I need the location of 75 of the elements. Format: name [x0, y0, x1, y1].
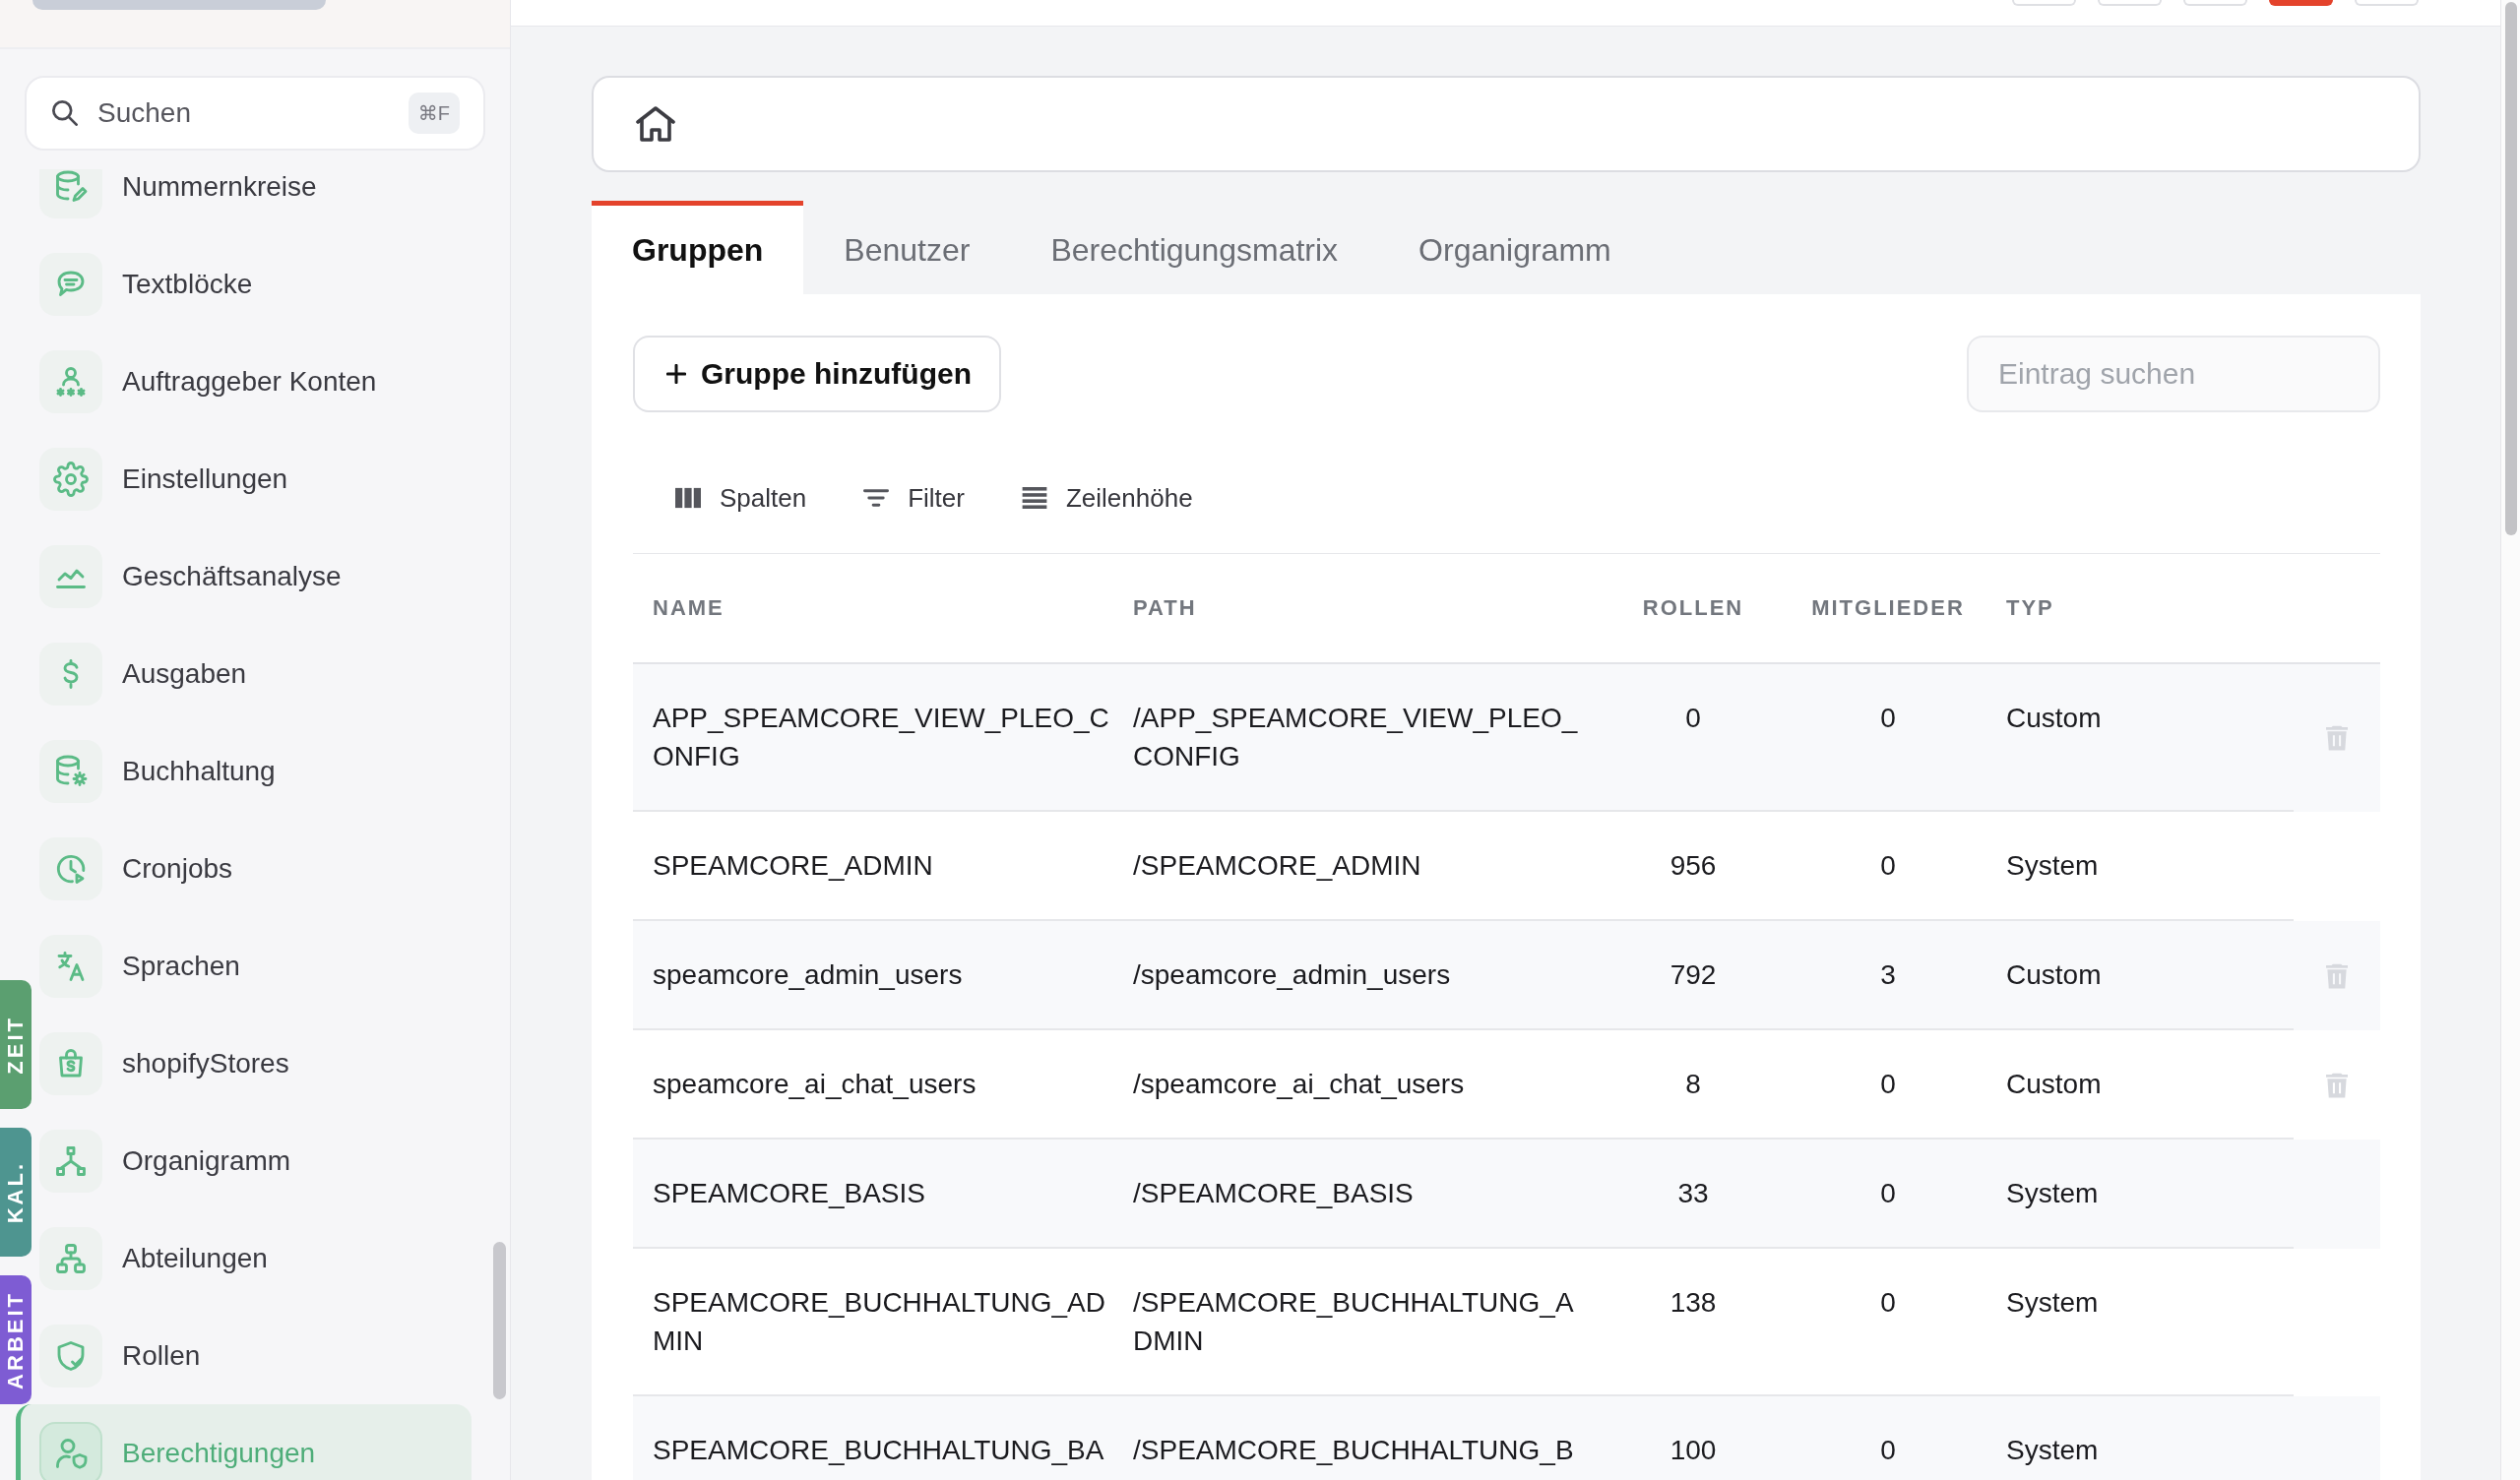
header-button[interactable] — [2269, 0, 2333, 6]
toolbar-button[interactable]: Filter — [848, 463, 980, 532]
table-cell: Custom — [1982, 664, 2294, 812]
table-cell: 792 — [1592, 921, 1795, 1030]
user-shield-icon — [39, 1421, 102, 1480]
hierarchy-icon — [39, 1129, 102, 1193]
sidebar-item[interactable]: Abteilungen — [33, 1209, 472, 1307]
settings-icon — [39, 447, 102, 511]
table-cell: /SPEAMCORE_BUCHHALTUNG_B — [1113, 1396, 1592, 1480]
sitemap-icon — [39, 1226, 102, 1290]
columns-icon — [675, 487, 701, 509]
column-header[interactable]: NAME — [633, 554, 1113, 662]
add-group-button[interactable]: Gruppe hinzufügen — [633, 336, 1001, 412]
column-header[interactable]: ROLLEN — [1592, 554, 1795, 662]
sidebar-item[interactable]: Geschäftsanalyse — [33, 527, 472, 625]
trash-icon[interactable] — [2325, 962, 2348, 989]
sidebar-item[interactable]: Ausgaben — [33, 625, 472, 722]
table-cell: 0 — [1592, 664, 1795, 812]
shield-check-icon — [39, 1324, 102, 1388]
table-cell: /APP_SPEAMCORE_VIEW_PLEO_CONFIG — [1113, 664, 1592, 812]
plus-icon — [666, 364, 686, 384]
sidebar-item[interactable]: Einstellungen — [33, 430, 472, 527]
search-field[interactable]: Eintrag suchen — [1967, 336, 2380, 412]
toolbar-button[interactable]: Zeilenhöhe — [1005, 463, 1209, 532]
trash-icon[interactable] — [2325, 1072, 2348, 1098]
table-cell: 0 — [1795, 664, 1982, 812]
sidebar-item[interactable]: Rollen — [33, 1307, 472, 1404]
home-icon[interactable] — [636, 106, 675, 142]
table-cell: 33 — [1592, 1140, 1795, 1249]
sidebar-item[interactable]: Buchhaltung — [33, 722, 472, 820]
column-header[interactable]: PATH — [1113, 554, 1592, 662]
tab[interactable]: Gruppen — [592, 201, 804, 294]
sidebar-item[interactable]: Cronjobs — [33, 820, 472, 917]
dollar-icon — [39, 642, 102, 706]
column-header[interactable]: MITGLIEDER — [1795, 554, 1982, 662]
clock-play-icon — [39, 836, 102, 900]
trash-icon[interactable] — [2325, 725, 2348, 751]
shopping-bag-icon — [39, 1031, 102, 1095]
line-chart-icon — [39, 544, 102, 608]
table-cell: 0 — [1795, 1396, 1982, 1480]
sidebar-item[interactable]: Textblöcke — [33, 235, 472, 333]
table-cell: System — [1982, 1140, 2294, 1249]
sidebar-item[interactable]: shopifyStores — [33, 1015, 472, 1112]
table-cell: speamcore_admin_users — [633, 921, 1113, 1030]
filter-icon — [863, 487, 890, 509]
translate-icon — [39, 934, 102, 998]
search-icon — [52, 100, 78, 126]
lines-icon — [1021, 487, 1047, 509]
database-pencil-icon — [39, 169, 102, 218]
toolbar-button[interactable]: Spalten — [660, 463, 823, 532]
tab[interactable]: Benutzer — [803, 201, 1011, 294]
table-cell: APP_SPEAMCORE_VIEW_PLEO_CONFIG — [633, 664, 1113, 812]
sidebar-item[interactable]: Auftraggeber Konten — [33, 333, 472, 430]
table-cell: /SPEAMCORE_BASIS — [1113, 1140, 1592, 1249]
sidebar-item[interactable]: Organigramm — [33, 1112, 472, 1209]
table-cell: /speamcore_admin_users — [1113, 921, 1592, 1030]
table-cell: SPEAMCORE_BASIS — [633, 1140, 1113, 1249]
table-cell: Custom — [1982, 921, 2294, 1030]
column-header[interactable]: TYP — [1982, 554, 2294, 662]
table-cell: 100 — [1592, 1396, 1795, 1480]
database-gear-icon — [39, 739, 102, 803]
table-cell: System — [1982, 1396, 2294, 1480]
scrollbar[interactable] — [2505, 2, 2517, 535]
table-cell: 3 — [1795, 921, 1982, 1030]
side-tab[interactable]: ARBEIT — [0, 1275, 32, 1404]
tab[interactable]: Organigramm — [1378, 201, 1652, 294]
table-cell: SPEAMCORE_BUCHHALTUNG_BA — [633, 1396, 1113, 1480]
user-asterisks-icon — [39, 349, 102, 413]
shortcut-key: ⌘F — [408, 92, 460, 134]
chat-bubble-icon — [39, 252, 102, 316]
sidebar-item[interactable]: Nummernkreise — [33, 169, 472, 235]
tab[interactable]: Berechtigungsmatrix — [1010, 201, 1379, 294]
sidebar-item[interactable]: Sprachen — [33, 917, 472, 1015]
scrollbar[interactable] — [493, 1242, 506, 1399]
table-cell: 0 — [1795, 1140, 1982, 1249]
